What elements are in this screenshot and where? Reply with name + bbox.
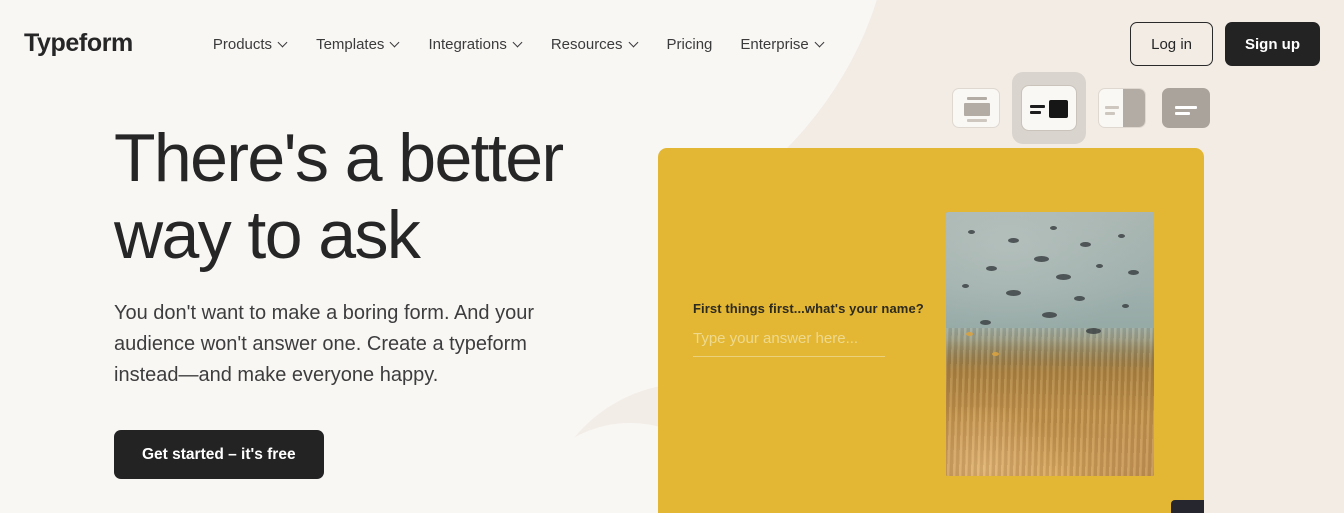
fish-silhouette <box>1118 234 1125 238</box>
thumb-line <box>967 97 987 100</box>
layout-full-cover-icon <box>1162 88 1210 128</box>
fish-silhouette <box>1086 328 1101 334</box>
hero-headline: There's a better way to ask <box>114 120 564 273</box>
fish-silhouette <box>1034 256 1049 262</box>
thumb-line <box>1105 112 1115 115</box>
nav-label: Pricing <box>666 35 713 53</box>
form-answer-underline <box>693 356 885 357</box>
nav-item-templates[interactable]: Templates <box>316 36 400 53</box>
layout-split-dark-icon <box>1021 85 1077 131</box>
typeform-logo[interactable]: Typeform <box>24 22 133 64</box>
thumb-line <box>1175 106 1197 109</box>
reef-photo <box>946 212 1154 476</box>
layout-stacked-icon <box>952 88 1000 128</box>
chevron-down-icon <box>630 38 639 47</box>
fish-silhouette <box>968 230 975 234</box>
hero-section: There's a better way to ask You don't wa… <box>114 120 634 479</box>
fish-silhouette <box>966 332 973 336</box>
fish-silhouette <box>1056 274 1071 280</box>
photo-coral-layer <box>946 328 1154 476</box>
form-answer-input[interactable]: Type your answer here... <box>693 330 885 357</box>
nav-item-integrations[interactable]: Integrations <box>428 36 522 53</box>
nav-label: Products <box>212 35 273 53</box>
chevron-down-icon <box>391 38 400 47</box>
sign-up-button[interactable]: Sign up <box>1225 22 1320 66</box>
main-navigation: Products Templates Integrations Resource… <box>213 22 825 66</box>
form-question-label: First things first...what's your name? <box>693 301 924 316</box>
nav-label: Templates <box>316 35 385 53</box>
fish-silhouette <box>1122 304 1129 308</box>
form-ok-button[interactable] <box>1171 500 1204 513</box>
fish-silhouette <box>962 284 969 288</box>
chevron-down-icon <box>514 38 523 47</box>
thumb-line <box>1030 105 1045 108</box>
layout-option-side-panel[interactable] <box>1094 81 1150 135</box>
layout-side-panel-icon <box>1098 88 1146 128</box>
fish-silhouette <box>1096 264 1103 268</box>
auth-actions: Log in Sign up <box>1130 22 1320 66</box>
nav-item-products[interactable]: Products <box>213 36 288 53</box>
fish-silhouette <box>1042 312 1057 318</box>
fish-silhouette <box>992 352 999 356</box>
fish-silhouette <box>1080 242 1091 247</box>
chevron-down-icon <box>279 38 288 47</box>
nav-label: Resources <box>550 35 623 53</box>
nav-label: Enterprise <box>740 35 809 53</box>
fish-silhouette <box>1128 270 1139 275</box>
site-header: Typeform Products Templates Integrations… <box>0 0 1344 88</box>
fish-silhouette <box>1074 296 1085 301</box>
thumb-line <box>967 119 987 122</box>
fish-silhouette <box>1008 238 1019 243</box>
log-in-button[interactable]: Log in <box>1130 22 1213 66</box>
fish-silhouette <box>1050 226 1057 230</box>
form-preview-card: First things first...what's your name? T… <box>658 148 1204 513</box>
nav-item-enterprise[interactable]: Enterprise <box>740 36 824 53</box>
fish-silhouette <box>986 266 997 271</box>
thumb-line <box>1175 112 1190 115</box>
layout-option-full-cover[interactable] <box>1158 81 1214 135</box>
hero-paragraph: You don't want to make a boring form. An… <box>114 302 534 386</box>
nav-item-pricing[interactable]: Pricing <box>667 36 713 53</box>
nav-label: Integrations <box>428 35 507 53</box>
thumb-line <box>1030 111 1041 114</box>
thumb-block <box>964 103 990 116</box>
fish-silhouette <box>980 320 991 325</box>
get-started-button[interactable]: Get started – it's free <box>114 430 324 479</box>
thumb-line <box>1105 106 1119 109</box>
chevron-down-icon <box>816 38 825 47</box>
thumb-block <box>1049 100 1068 118</box>
thumb-panel <box>1123 89 1145 127</box>
nav-item-resources[interactable]: Resources <box>551 36 639 53</box>
form-answer-placeholder: Type your answer here... <box>693 330 859 347</box>
layout-option-stacked[interactable] <box>948 81 1004 135</box>
fish-silhouette <box>1006 290 1021 296</box>
